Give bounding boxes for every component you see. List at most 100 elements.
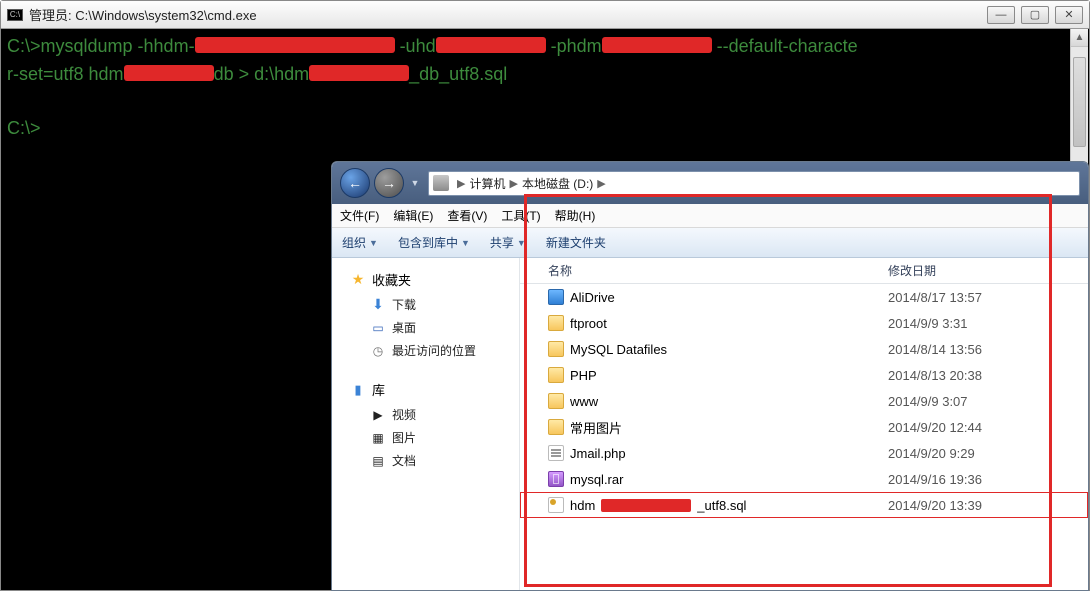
minimize-button[interactable]: — <box>987 6 1015 24</box>
rar-icon <box>548 471 564 487</box>
cmd-title: 管理员: C:\Windows\system32\cmd.exe <box>29 5 987 24</box>
file-name: mysql.rar <box>570 472 623 487</box>
folder-icon <box>548 419 564 435</box>
address-bar[interactable]: ▶ 计算机 ▶ 本地磁盘 (D:) ▶ <box>428 171 1080 196</box>
content-pane: 名称 修改日期 AliDrive 2014/8/17 13:57 ftproot 20… <box>520 258 1088 590</box>
file-list: AliDrive 2014/8/17 13:57 ftproot 2014/9/9 3… <box>520 284 1088 518</box>
file-date: 2014/9/20 13:39 <box>888 498 1088 513</box>
breadcrumb-drive-d[interactable]: 本地磁盘 (D:) <box>522 175 593 192</box>
file-name: MySQL Datafiles <box>570 342 667 357</box>
file-name: hdm <box>570 498 595 513</box>
redacted-dbname <box>124 65 214 81</box>
close-button[interactable]: ✕ <box>1055 6 1083 24</box>
folder-icon <box>548 341 564 357</box>
menu-file[interactable]: 文件(F) <box>340 207 379 224</box>
blue-icon <box>548 289 564 305</box>
file-date: 2014/9/9 3:31 <box>888 316 1088 331</box>
toolbar-newfolder[interactable]: 新建文件夹 <box>546 234 606 251</box>
nav-history-dropdown[interactable]: ▼ <box>408 178 422 188</box>
drive-icon <box>433 175 449 191</box>
menu-help[interactable]: 帮助(H) <box>555 207 596 224</box>
file-name: Jmail.php <box>570 446 626 461</box>
col-header-date[interactable]: 修改日期 <box>888 262 1088 279</box>
toolbar-share[interactable]: 共享▼ <box>490 234 526 251</box>
explorer-window: ← → ▼ ▶ 计算机 ▶ 本地磁盘 (D:) ▶ 文件(F) 编辑(E) 查看… <box>331 161 1089 591</box>
menu-edit[interactable]: 编辑(E) <box>393 207 433 224</box>
column-headers: 名称 修改日期 <box>520 258 1088 284</box>
nav-desktop[interactable]: ▭桌面 <box>332 316 519 339</box>
file-row[interactable]: ftproot 2014/9/9 3:31 <box>520 310 1088 336</box>
toolbar-organize[interactable]: 组织▼ <box>342 234 378 251</box>
col-header-name[interactable]: 名称 <box>548 262 888 279</box>
file-row[interactable]: hdm _utf8.sql 2014/9/20 13:39 <box>520 492 1088 518</box>
library-icon: ▮ <box>350 382 366 398</box>
explorer-menubar: 文件(F) 编辑(E) 查看(V) 工具(T) 帮助(H) <box>332 204 1088 228</box>
nav-favorites[interactable]: ★收藏夹 <box>332 266 519 293</box>
folder-icon <box>548 367 564 383</box>
recent-icon: ◷ <box>370 343 386 359</box>
cmd-titlebar[interactable]: C:\ 管理员: C:\Windows\system32\cmd.exe — ▢… <box>1 1 1089 29</box>
nav-back-button[interactable]: ← <box>340 168 370 198</box>
cmd-app-icon: C:\ <box>7 9 23 21</box>
file-name: AliDrive <box>570 290 615 305</box>
redacted-host <box>195 37 395 53</box>
file-date: 2014/9/20 12:44 <box>888 420 1088 435</box>
file-row[interactable]: www 2014/9/9 3:07 <box>520 388 1088 414</box>
picture-icon: ▦ <box>370 430 386 446</box>
nav-pictures[interactable]: ▦图片 <box>332 426 519 449</box>
desktop-icon: ▭ <box>370 320 386 336</box>
chevron-right-icon: ▶ <box>509 177 517 190</box>
file-date: 2014/8/13 20:38 <box>888 368 1088 383</box>
explorer-header: ← → ▼ ▶ 计算机 ▶ 本地磁盘 (D:) ▶ <box>332 162 1088 204</box>
download-icon: ⬇ <box>370 297 386 313</box>
maximize-button[interactable]: ▢ <box>1021 6 1049 24</box>
chevron-right-icon: ▶ <box>457 177 465 190</box>
redacted-user <box>436 37 546 53</box>
redacted-out <box>309 65 409 81</box>
file-name: ftproot <box>570 316 607 331</box>
nav-libraries[interactable]: ▮库 <box>332 376 519 403</box>
sql-icon <box>548 497 564 513</box>
file-date: 2014/8/14 13:56 <box>888 342 1088 357</box>
redacted-pass <box>602 37 712 53</box>
folder-icon <box>548 315 564 331</box>
nav-downloads[interactable]: ⬇下载 <box>332 293 519 316</box>
scroll-up-arrow-icon[interactable]: ▲ <box>1071 29 1088 47</box>
nav-videos[interactable]: ▶视频 <box>332 403 519 426</box>
scroll-thumb[interactable] <box>1073 57 1086 147</box>
chevron-down-icon: ▼ <box>517 238 526 248</box>
folder-icon <box>548 393 564 409</box>
file-name: PHP <box>570 368 597 383</box>
nav-documents[interactable]: ▤文档 <box>332 449 519 472</box>
file-row[interactable]: mysql.rar 2014/9/16 19:36 <box>520 466 1088 492</box>
file-row[interactable]: MySQL Datafiles 2014/8/14 13:56 <box>520 336 1088 362</box>
file-row[interactable]: AliDrive 2014/8/17 13:57 <box>520 284 1088 310</box>
chevron-right-icon: ▶ <box>597 177 605 190</box>
file-name: www <box>570 394 598 409</box>
php-icon <box>548 445 564 461</box>
file-name-suffix: _utf8.sql <box>697 498 746 513</box>
file-row[interactable]: PHP 2014/8/13 20:38 <box>520 362 1088 388</box>
file-date: 2014/9/20 9:29 <box>888 446 1088 461</box>
explorer-toolbar: 组织▼ 包含到库中▼ 共享▼ 新建文件夹 <box>332 228 1088 258</box>
toolbar-include[interactable]: 包含到库中▼ <box>398 234 470 251</box>
document-icon: ▤ <box>370 453 386 469</box>
file-row[interactable]: Jmail.php 2014/9/20 9:29 <box>520 440 1088 466</box>
file-row[interactable]: 常用图片 2014/9/20 12:44 <box>520 414 1088 440</box>
menu-tools[interactable]: 工具(T) <box>501 207 540 224</box>
nav-pane: ★收藏夹 ⬇下载 ▭桌面 ◷最近访问的位置 ▮库 ▶视频 ▦图片 ▤文档 <box>332 258 520 590</box>
file-date: 2014/9/16 19:36 <box>888 472 1088 487</box>
video-icon: ▶ <box>370 407 386 423</box>
breadcrumb-computer[interactable]: 计算机 <box>469 175 505 192</box>
star-icon: ★ <box>350 272 366 288</box>
redacted-filename <box>601 499 691 512</box>
file-date: 2014/9/9 3:07 <box>888 394 1088 409</box>
file-name: 常用图片 <box>570 418 622 437</box>
cmd-output: C:\>mysqldump -hhdm- -uhd -phdm --defaul… <box>7 33 1083 143</box>
nav-recent[interactable]: ◷最近访问的位置 <box>332 339 519 362</box>
file-date: 2014/8/17 13:57 <box>888 290 1088 305</box>
menu-view[interactable]: 查看(V) <box>447 207 487 224</box>
chevron-down-icon: ▼ <box>461 238 470 248</box>
chevron-down-icon: ▼ <box>369 238 378 248</box>
nav-forward-button[interactable]: → <box>374 168 404 198</box>
